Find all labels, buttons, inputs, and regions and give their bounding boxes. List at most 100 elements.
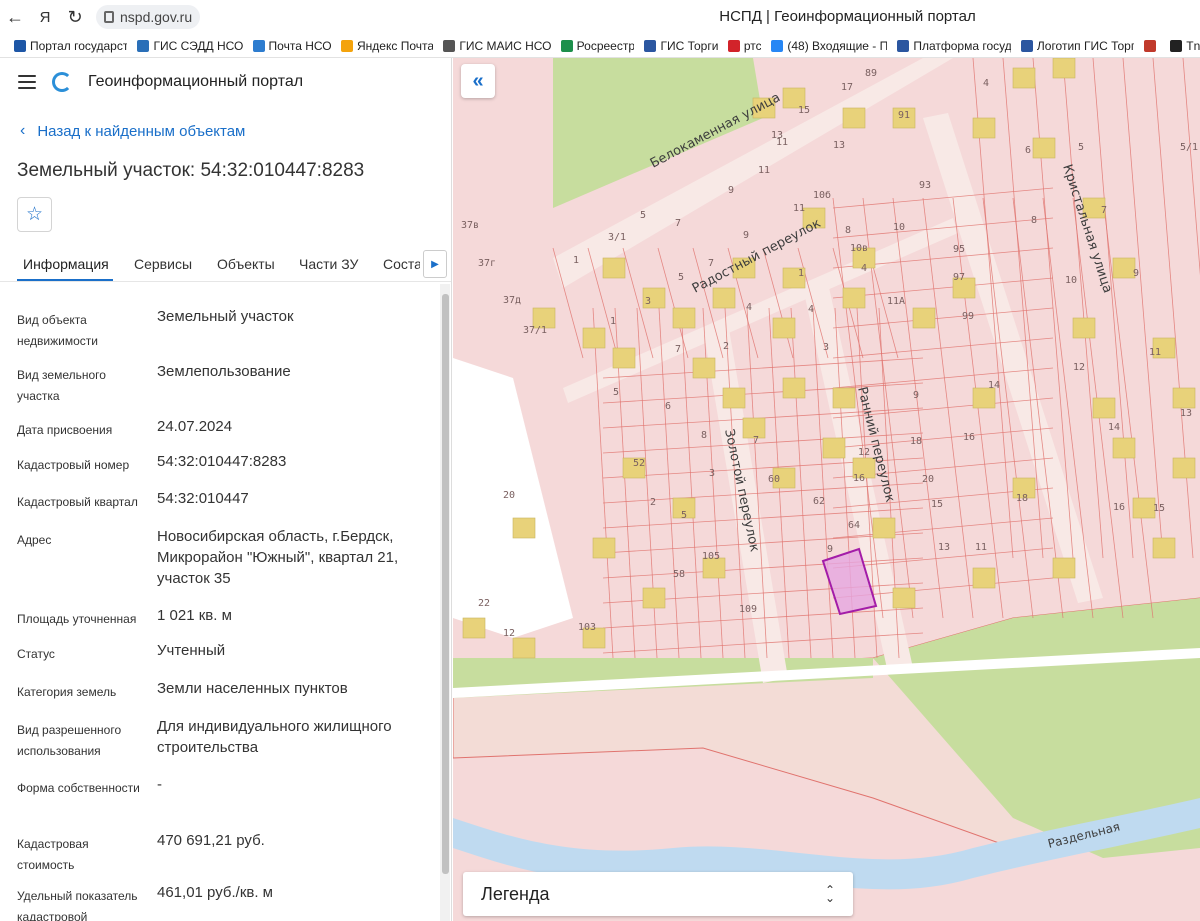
- bookmark-label: Почта НСО: [268, 38, 332, 53]
- info-label: Площадь уточненная: [17, 612, 137, 626]
- bookmark-label: (48) Входящие - П: [787, 38, 888, 53]
- building: [512, 637, 536, 659]
- parcel-number-label: 12: [1073, 362, 1085, 373]
- bookmark-favicon-icon: [1170, 39, 1183, 52]
- cadastral-map[interactable]: 891715 9113131191146 5 5/187910111213141516…: [453, 58, 1200, 921]
- back-link-label: Назад к найденным объектам: [37, 122, 246, 140]
- parcel-number-label: 7: [708, 258, 714, 269]
- building: [972, 117, 996, 139]
- parcel-number-label: 11А: [887, 296, 905, 307]
- parcel-number-label: 60: [768, 474, 780, 485]
- side-panel: Геоинформационный портал ‹ Назад к найде…: [0, 58, 452, 921]
- legend-label: Легенда: [481, 883, 550, 904]
- parcel-number-label: 4: [861, 263, 867, 274]
- building: [1132, 497, 1156, 519]
- parcel-number-label: 37/1: [523, 325, 547, 336]
- collapse-panel-button[interactable]: «: [461, 64, 495, 98]
- parcel-number-label: 6: [665, 401, 671, 412]
- menu-icon[interactable]: [18, 75, 36, 89]
- bookmark-favicon-icon: [341, 39, 354, 52]
- parcel-number-label: 11: [793, 203, 805, 214]
- reload-icon[interactable]: ↻: [60, 2, 90, 32]
- bookmark-item[interactable]: ртс: [727, 38, 762, 53]
- building: [892, 587, 916, 609]
- bookmark-item[interactable]: [1144, 39, 1160, 52]
- bookmark-item[interactable]: ГИС Торги: [644, 39, 718, 53]
- building: [672, 307, 696, 329]
- bookmark-item[interactable]: ГИС СЭДД НСО: [137, 39, 243, 53]
- parcel-number-label: 3: [823, 342, 829, 353]
- building: [1172, 387, 1196, 409]
- parcel-number-label: 7: [1101, 205, 1107, 216]
- building: [872, 517, 896, 539]
- info-value: Новосибирская область, г.Бердск, Микрора…: [157, 528, 399, 587]
- info-label: Дата присвоения: [17, 423, 113, 437]
- parcel-number-label: 3: [645, 296, 651, 307]
- parcel-number-label: 15: [1153, 503, 1165, 514]
- parcel-number-label: 64: [848, 520, 860, 531]
- bookmark-favicon-icon: [14, 39, 26, 52]
- tab-composition[interactable]: Состав: [383, 256, 420, 272]
- back-to-results-link[interactable]: ‹ Назад к найденным объектам: [20, 122, 245, 140]
- parcel-number-label: 62: [813, 496, 825, 507]
- parcel-number-label: 91: [898, 110, 910, 121]
- panel-header: Геоинформационный портал: [0, 58, 451, 106]
- bookmark-label: ГИС МАИС НСО: [459, 38, 551, 53]
- parcel-number-label: 10в: [850, 243, 868, 254]
- tab-objects[interactable]: Объекты: [217, 256, 275, 272]
- building: [912, 307, 936, 329]
- bookmark-label: Tn: [1186, 38, 1200, 53]
- bookmark-item[interactable]: ГИС МАИС НСО: [443, 38, 551, 53]
- info-value: 24.07.2024: [157, 418, 233, 435]
- caret-right-icon: ▶: [431, 258, 439, 270]
- bookmark-item[interactable]: (48) Входящие - П: [771, 39, 887, 53]
- panel-scrollbar[interactable]: [440, 284, 450, 921]
- parcel-number-label: 89: [865, 68, 877, 79]
- building: [1032, 137, 1056, 159]
- parcel-number-label: 11: [1149, 347, 1161, 358]
- expand-arrows-icon: ⌃ ⌄: [824, 883, 835, 905]
- map-view[interactable]: 89 17 15 91 13 13 11 9 11 4 6 5 5/1 8 7 9 10 11 12 13 14 15 16…: [453, 58, 1200, 921]
- info-label: Вид объекта недвижимости: [17, 313, 98, 348]
- building: [692, 357, 716, 379]
- bookmark-item[interactable]: Платформа госуд: [897, 39, 1011, 53]
- bookmark-label: ртс: [743, 38, 762, 53]
- bookmark-item[interactable]: Росреестр: [560, 39, 634, 53]
- parcel-number-label: 5: [681, 510, 687, 521]
- building: [842, 107, 866, 129]
- parcel-number-label: 13: [833, 140, 845, 151]
- info-label: Кадастровая стоимость: [17, 837, 89, 872]
- parcel-number-label: 37д: [503, 295, 521, 306]
- legend-toggle[interactable]: Легенда ⌃ ⌄: [463, 872, 853, 916]
- bookmark-item[interactable]: Яндекс Почта: [341, 39, 433, 53]
- favorite-button[interactable]: ☆: [17, 197, 52, 232]
- parcel-number-label: 10: [1065, 275, 1077, 286]
- address-bar[interactable]: nspd.gov.ru: [96, 5, 201, 29]
- back-arrow-icon[interactable]: ←: [0, 2, 30, 32]
- bookmark-item[interactable]: Почта НСО: [252, 38, 332, 53]
- tab-parts[interactable]: Части ЗУ: [299, 256, 358, 272]
- bookmark-item[interactable]: Tn: [1170, 39, 1200, 53]
- building: [842, 287, 866, 309]
- bookmark-favicon-icon: [644, 39, 657, 52]
- scrollbar-thumb[interactable]: [442, 294, 449, 874]
- parcel-number-label: 99: [962, 311, 974, 322]
- tab-services[interactable]: Сервисы: [134, 256, 192, 272]
- yandex-icon[interactable]: Я: [30, 2, 60, 32]
- building: [582, 327, 606, 349]
- parcel-number-label: 5/1: [1180, 142, 1198, 153]
- portal-logo-icon: [52, 72, 72, 92]
- bookmark-item[interactable]: Портал государст: [14, 39, 127, 53]
- parcel-number-label: 9: [913, 390, 919, 401]
- parcel-number-label: 7: [675, 344, 681, 355]
- parcel-number-label: 17: [841, 82, 853, 93]
- parcel-number-label: 16: [963, 432, 975, 443]
- tabs-scroll-right-button[interactable]: ▶: [423, 250, 447, 278]
- building: [1072, 317, 1096, 339]
- parcel-number-label: 58: [673, 569, 685, 580]
- bookmark-item[interactable]: Логотип ГИС Торг: [1020, 39, 1134, 53]
- info-value: 470 691,21 руб.: [157, 832, 265, 849]
- building: [1092, 397, 1116, 419]
- tab-information[interactable]: Информация: [23, 256, 109, 272]
- parcel-number-label: 3/1: [608, 232, 626, 243]
